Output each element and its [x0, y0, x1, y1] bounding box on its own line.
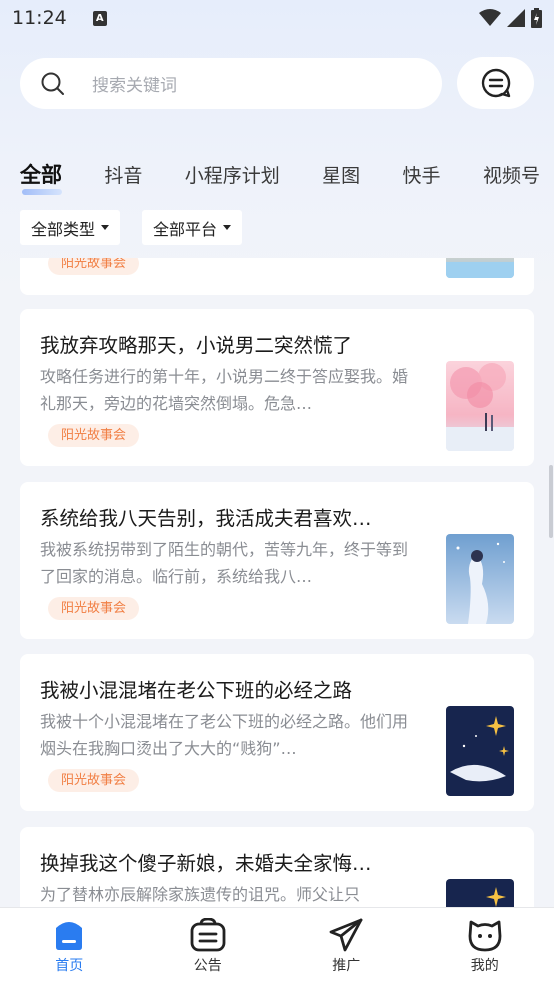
source-tag: 阳光故事会 — [48, 597, 140, 620]
platform-filter-label: 全部平台 — [153, 219, 218, 239]
tab-douyin[interactable]: 抖音 — [104, 161, 142, 192]
source-tag: 阳光故事会 — [48, 258, 140, 275]
profile-icon — [468, 920, 502, 952]
story-summary: 攻略任务进行的第十年，小说男二终于答应娶我。婚礼那天，旁边的花墙突然倒塌。危急… — [40, 367, 409, 413]
battery-icon — [531, 8, 542, 28]
story-summary: 为了替林亦辰解除家族遗传的诅咒。师父让只 — [40, 885, 361, 904]
header-background — [0, 0, 554, 300]
type-filter-label: 全部类型 — [31, 219, 96, 239]
story-feed[interactable]: 阳光故事会 我放弃攻略那天，小说男二突然慌了 攻略任务进行的第十年，小说男二终于… — [0, 258, 554, 907]
story-summary: 我被系统拐带到了陌生的朝代，苦等九年，终于等到了回家的消息。临行前，系统给我八… — [40, 540, 409, 586]
story-card[interactable]: 我放弃攻略那天，小说男二突然慌了 攻略任务进行的第十年，小说男二终于答应娶我。婚… — [20, 309, 534, 466]
bottom-navigation: 首页 公告 推广 我的 — [0, 907, 554, 985]
status-bar: 11:24 A — [0, 0, 554, 36]
search-input[interactable]: 搜索关键词 — [20, 58, 442, 109]
category-tabs: 全部 抖音 小程序计划 星图 快手 视频号 — [20, 158, 540, 195]
status-time: 11:24 — [12, 7, 67, 29]
nav-promote-label: 推广 — [332, 958, 361, 974]
story-title: 系统给我八天告别，我活成夫君喜欢… — [40, 507, 372, 530]
tab-shipinhao[interactable]: 视频号 — [483, 161, 540, 192]
nav-profile-label: 我的 — [470, 958, 499, 974]
story-cover-image — [446, 258, 514, 278]
story-card[interactable]: 我被小混混堵在老公下班的必经之路 我被十个小混混堵在了老公下班的必经之路。他们用… — [20, 654, 534, 811]
wifi-icon — [479, 9, 501, 26]
nav-profile[interactable]: 我的 — [416, 908, 554, 985]
story-summary: 我被十个小混混堵在了老公下班的必经之路。他们用烟头在我胸口烫出了大大的“贱狗”… — [40, 712, 409, 758]
source-tag: 阳光故事会 — [48, 769, 140, 792]
story-card[interactable]: 系统给我八天告别，我活成夫君喜欢… 我被系统拐带到了陌生的朝代，苦等九年，终于等… — [20, 482, 534, 639]
type-filter-dropdown[interactable]: 全部类型 — [20, 210, 121, 245]
promote-icon — [329, 918, 363, 952]
story-card[interactable]: 换掉我这个傻子新娘，未婚夫全家悔… 为了替林亦辰解除家族遗传的诅咒。师父让只 — [20, 827, 534, 907]
story-cover-image — [446, 706, 514, 796]
tab-mini-program[interactable]: 小程序计划 — [185, 161, 280, 192]
caret-down-icon — [101, 225, 110, 230]
caret-down-icon — [223, 225, 232, 230]
nav-home[interactable]: 首页 — [0, 908, 139, 985]
message-button[interactable] — [457, 57, 534, 109]
message-icon — [481, 68, 510, 98]
nav-announcement-label: 公告 — [193, 958, 222, 974]
story-title: 我放弃攻略那天，小说男二突然慌了 — [40, 334, 353, 357]
nav-home-label: 首页 — [55, 958, 84, 974]
search-icon — [41, 72, 64, 95]
signal-icon — [507, 9, 525, 27]
tab-xingtu[interactable]: 星图 — [322, 161, 360, 192]
story-title: 换掉我这个傻子新娘，未婚夫全家悔… — [40, 852, 372, 875]
story-cover-image — [446, 879, 514, 907]
tab-kuaishou[interactable]: 快手 — [403, 161, 441, 192]
nav-announcement[interactable]: 公告 — [139, 908, 278, 985]
story-cover-image — [446, 361, 514, 451]
story-cover-image — [446, 534, 514, 624]
announcement-icon — [190, 918, 226, 952]
story-card[interactable]: 阳光故事会 — [20, 258, 534, 295]
nav-promote[interactable]: 推广 — [277, 908, 416, 985]
story-title: 我被小混混堵在老公下班的必经之路 — [40, 679, 353, 702]
notification-icon: A — [92, 10, 107, 26]
home-icon — [56, 922, 83, 950]
source-tag: 阳光故事会 — [48, 424, 140, 447]
tab-all[interactable]: 全部 — [20, 159, 62, 195]
platform-filter-dropdown[interactable]: 全部平台 — [142, 210, 243, 245]
search-placeholder: 搜索关键词 — [92, 76, 177, 96]
scrollbar[interactable] — [549, 465, 553, 538]
